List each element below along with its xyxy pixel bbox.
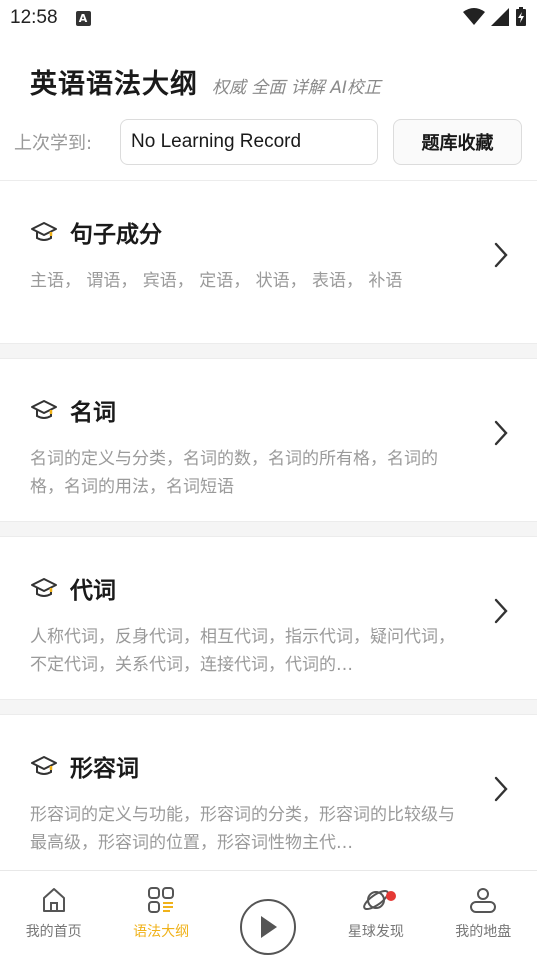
graduation-cap-icon xyxy=(31,222,57,241)
topic-head: 代词 xyxy=(30,571,465,605)
topic-title: 代词 xyxy=(70,578,116,604)
last-learning-row: 上次学到: No Learning Record 题库收藏 xyxy=(14,119,524,165)
topic-head: 名词 xyxy=(30,393,465,427)
user-icon xyxy=(470,888,497,913)
planet-icon xyxy=(363,889,389,911)
topic-description: 名词的定义与分类，名词的数，名词的所有格，名词的格，名词的用法，名词短语 xyxy=(30,449,438,497)
graduation-cap-icon xyxy=(31,400,57,419)
topic-head: 形容词 xyxy=(30,749,465,783)
topic-card[interactable]: 形容词 形容词的定义与功能，形容词的分类，形容词的比较级与最高级，形容词的位置，… xyxy=(0,715,537,877)
tab-home[interactable]: 我的首页 xyxy=(4,871,104,941)
topic-card[interactable]: 名词 名词的定义与分类，名词的数，名词的所有格，名词的格，名词的用法，名词短语 xyxy=(0,359,537,521)
home-icon xyxy=(42,888,65,912)
topic-description: 形容词的定义与功能，形容词的分类，形容词的比较级与最高级，形容词的位置，形容词性… xyxy=(30,805,455,853)
tab-discover[interactable]: 星球发现 xyxy=(326,871,426,941)
signal-icon xyxy=(491,8,509,26)
chevron-right-icon xyxy=(494,420,508,446)
chevron-right-icon xyxy=(494,242,508,268)
wifi-icon xyxy=(463,8,485,25)
battery-icon xyxy=(516,7,526,26)
graduation-cap-icon xyxy=(31,756,57,775)
status-bar: 12:58 A xyxy=(0,0,537,36)
topic-card[interactable]: 句子成分 主语， 谓语， 宾语， 定语， 状语， 表语， 补语 xyxy=(0,181,537,343)
divider xyxy=(0,699,537,715)
last-learning-label: 上次学到: xyxy=(14,133,93,154)
play-button[interactable] xyxy=(240,899,297,955)
bottom-tab-bar: 我的首页 语法大纲 星球发现 我的地盘 xyxy=(0,870,537,956)
chevron-right-icon xyxy=(494,598,508,624)
topic-title: 形容词 xyxy=(70,756,139,782)
notification-a-icon: A xyxy=(75,10,91,26)
tab-play[interactable] xyxy=(218,871,318,955)
topic-head: 句子成分 xyxy=(30,215,465,249)
tab-profile[interactable]: 我的地盘 xyxy=(433,871,533,941)
topic-description: 主语， 谓语， 宾语， 定语， 状语， 表语， 补语 xyxy=(30,271,403,291)
topic-title: 名词 xyxy=(70,400,116,426)
question-bank-favorites-button[interactable]: 题库收藏 xyxy=(393,119,522,165)
divider xyxy=(0,343,537,359)
status-time: 12:58 xyxy=(10,7,58,28)
divider xyxy=(0,521,537,537)
graduation-cap-icon xyxy=(31,578,57,597)
tab-home-label: 我的首页 xyxy=(25,924,82,940)
tab-discover-label: 星球发现 xyxy=(347,924,404,940)
page-title: 英语语法大纲 xyxy=(30,69,198,100)
notification-dot xyxy=(385,891,396,901)
tab-grammar[interactable]: 语法大纲 xyxy=(111,871,211,941)
page-header: 英语语法大纲 权威 全面 详解 AI校正 xyxy=(30,62,381,101)
grid-icon xyxy=(148,887,175,913)
play-icon xyxy=(261,916,278,938)
tab-grammar-label: 语法大纲 xyxy=(133,924,190,940)
topic-list: 句子成分 主语， 谓语， 宾语， 定语， 状语， 表语， 补语 名词 名词的定义… xyxy=(0,180,537,877)
chevron-right-icon xyxy=(494,776,508,802)
tab-profile-label: 我的地盘 xyxy=(455,924,512,940)
topic-description: 人称代词，反身代词，相互代词，指示代词，疑问代词，不定代词，关系代词，连接代词，… xyxy=(30,627,455,675)
page-subtitle: 权威 全面 详解 AI校正 xyxy=(212,78,381,98)
topic-card[interactable]: 代词 人称代词，反身代词，相互代词，指示代词，疑问代词，不定代词，关系代词，连接… xyxy=(0,537,537,699)
status-icons xyxy=(463,7,527,27)
topic-title: 句子成分 xyxy=(70,222,162,248)
last-learning-record[interactable]: No Learning Record xyxy=(120,119,378,165)
